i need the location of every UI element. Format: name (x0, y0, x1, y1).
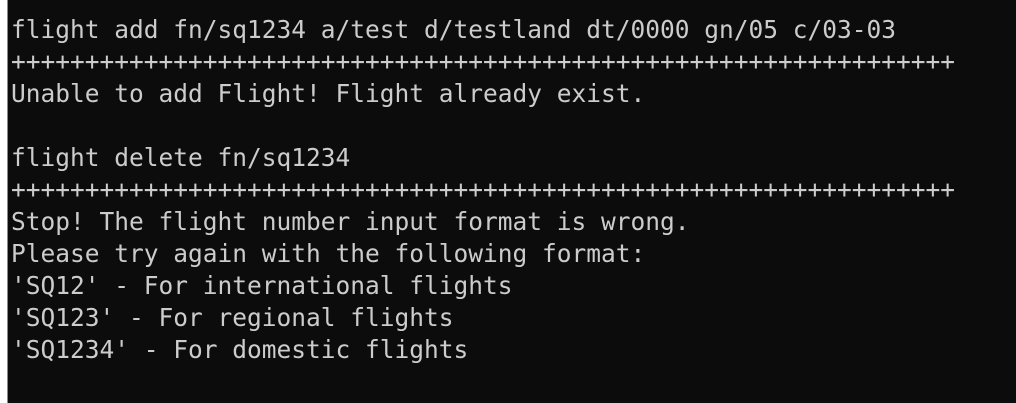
output-line-format-domestic: 'SQ1234' - For domestic flights (11, 335, 469, 364)
output-line-error-exists: Unable to add Flight! Flight already exi… (11, 79, 646, 108)
output-line-format-error: Stop! The flight number input format is … (11, 207, 690, 236)
output-line-format-international: 'SQ12' - For international flights (11, 271, 513, 300)
separator-line: ++++++++++++++++++++++++++++++++++++++++… (11, 47, 956, 76)
separator-line: ++++++++++++++++++++++++++++++++++++++++… (11, 175, 956, 204)
output-line-format-regional: 'SQ123' - For regional flights (11, 303, 454, 332)
console-output: flight add fn/sq1234 a/test d/testland d… (11, 14, 955, 366)
console-window[interactable]: flight add fn/sq1234 a/test d/testland d… (7, 0, 1016, 403)
command-line-delete: flight delete fn/sq1234 (11, 143, 351, 172)
output-line-instruction: Please try again with the following form… (11, 239, 646, 268)
command-line-add: flight add fn/sq1234 a/test d/testland d… (11, 15, 897, 44)
